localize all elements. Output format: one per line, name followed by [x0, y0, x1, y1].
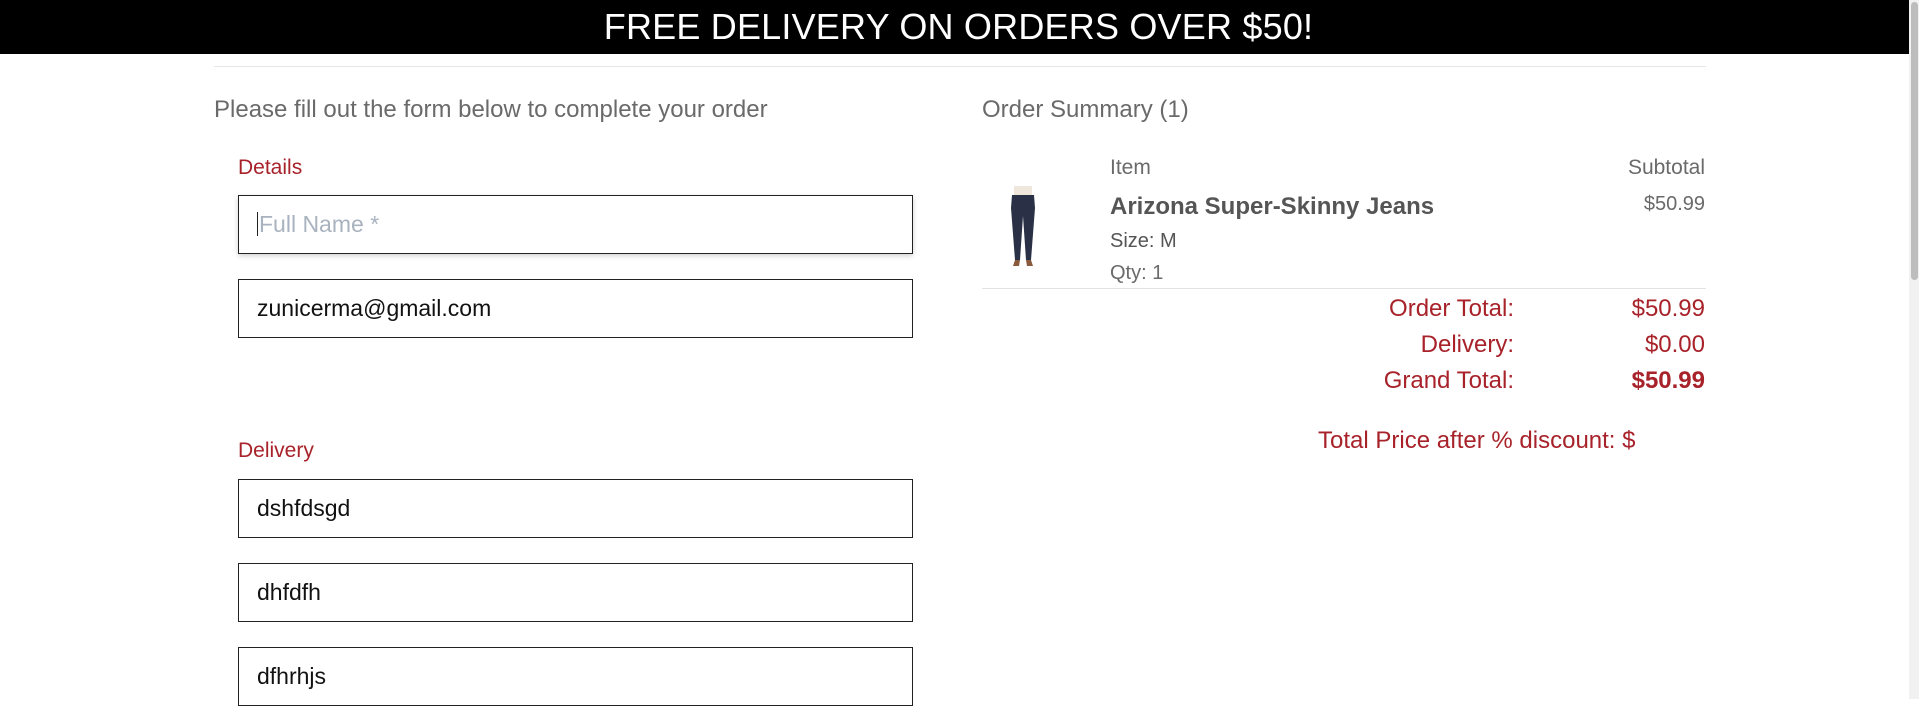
- details-heading: Details: [238, 156, 303, 179]
- product-subtotal: $50.99: [1643, 193, 1705, 215]
- product-name[interactable]: Arizona Super-Skinny Jeans: [1110, 193, 1434, 221]
- jeans-product-image[interactable]: [1000, 186, 1046, 270]
- delivery-address-line3-input[interactable]: dfhrhjs: [238, 647, 913, 706]
- full-name-input[interactable]: Full Name *: [238, 195, 913, 254]
- promo-banner: FREE DELIVERY ON ORDERS OVER $50!: [0, 0, 1917, 54]
- product-quantity: Qty: 1: [1110, 262, 1164, 284]
- full-name-placeholder: Full Name *: [259, 211, 380, 237]
- delivery-cost-label: Delivery:: [1420, 331, 1514, 358]
- delivery-address-line1-input[interactable]: dshfdsgd: [238, 479, 913, 538]
- discount-total-text: Total Price after % discount: $: [1318, 427, 1636, 454]
- text-caret: [257, 211, 258, 236]
- form-intro: Please fill out the form below to comple…: [214, 96, 768, 123]
- scrollbar-thumb[interactable]: [1911, 2, 1918, 280]
- summary-divider: [982, 288, 1706, 289]
- delivery-address-line2-input[interactable]: dhfdfh: [238, 563, 913, 622]
- page-scrollbar[interactable]: [1909, 0, 1919, 699]
- order-summary-title: Order Summary (1): [982, 96, 1189, 123]
- subtotal-column-header: Subtotal: [1627, 156, 1705, 179]
- header-divider: [214, 66, 1706, 67]
- grand-total-value: $50.99: [1631, 367, 1705, 394]
- product-size: Size: M: [1110, 230, 1177, 252]
- delivery-heading: Delivery: [238, 439, 314, 462]
- item-column-header: Item: [1110, 156, 1151, 179]
- grand-total-label: Grand Total:: [1383, 367, 1514, 394]
- order-total-value: $50.99: [1631, 295, 1705, 322]
- email-input[interactable]: zunicerma@gmail.com: [238, 279, 913, 338]
- delivery-cost-value: $0.00: [1644, 331, 1705, 358]
- order-total-label: Order Total:: [1389, 295, 1514, 322]
